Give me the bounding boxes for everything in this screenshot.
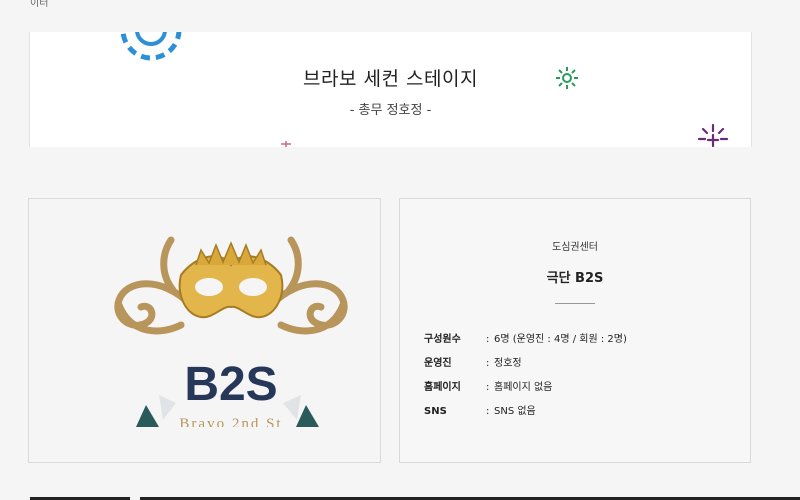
info-label: SNS [424,406,447,417]
logo-subtext: Bravo 2nd St [179,416,283,427]
pink-spark-icon [281,141,291,147]
info-value: 정호정 [494,358,522,369]
troupe-logo-card: B2S Bravo 2nd St [28,198,381,463]
info-row-sns: SNS: SNS 없음 [424,406,536,417]
purple-burst-icon [697,123,729,147]
troupe-name: 극단 B2S [546,271,604,286]
info-label: 홈페이지 [424,382,461,393]
banner-subtitle: - 총무 정호정 - [349,103,432,118]
troupe-info-card: 도심권센터 극단 B2S 구성원수:6명 (운영진 : 4명 / 회원 : 2명… [399,198,751,463]
center-category: 도심권센터 [552,242,598,253]
info-value: 홈페이지 없음 [494,382,553,393]
cut-off-text: 이터 [30,0,49,9]
banner-title: 브라보 세컨 스테이지 [303,68,478,90]
troupe-logo: B2S Bravo 2nd St [101,235,361,427]
logo-text: B2S [184,358,278,411]
info-row-staff: 운영진: 정호정 [424,354,522,369]
banner: 브라보 세컨 스테이지 - 총무 정호정 - [29,32,752,147]
divider [555,303,595,304]
info-label: 구성원수 [424,334,461,345]
info-row-homepage: 홈페이지: 홈페이지 없음 [424,378,552,393]
info-value: SNS 없음 [494,406,536,417]
info-value: 6명 (운영진 : 4명 / 회원 : 2명) [494,334,627,345]
info-row-members: 구성원수:6명 (운영진 : 4명 / 회원 : 2명) [424,330,627,345]
info-label: 운영진 [424,358,452,369]
